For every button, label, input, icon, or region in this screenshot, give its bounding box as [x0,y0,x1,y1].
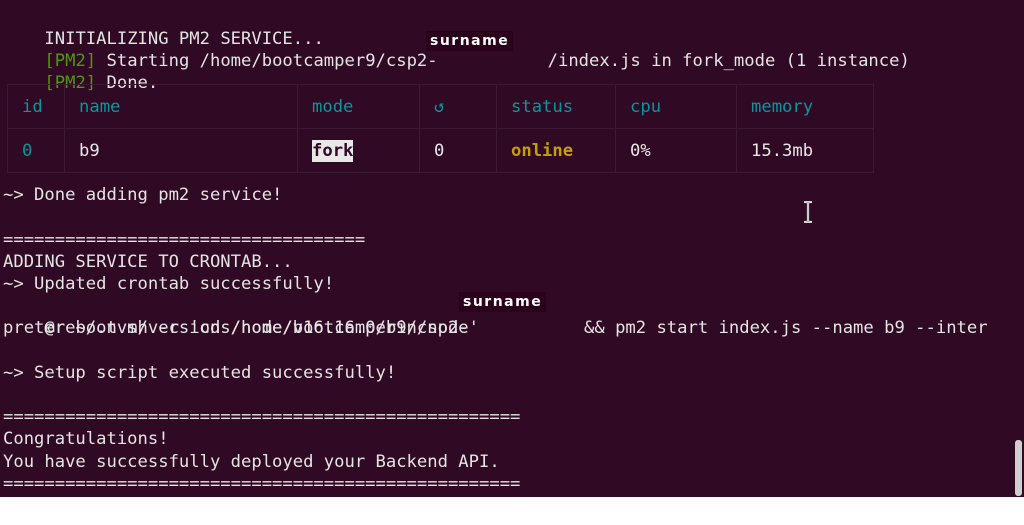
terminal-window[interactable]: INITIALIZING PM2 SERVICE... [PM2] Starti… [0,0,1024,497]
updated-crontab-line: ~> Updated crontab successfully! [3,274,335,294]
table-row: 0 b9 fork 0 online 0% 15.3mb [7,128,874,173]
init-line: INITIALIZING PM2 SERVICE... [3,6,323,49]
congrats-line: Congratulations! [3,429,169,449]
col-header-cpu: cpu [615,84,737,129]
cell-restarts: 0 [419,128,497,173]
cell-status: online [496,128,616,173]
cell-mode: fork [297,128,420,173]
reboot-wrap-line: preter ~/.nvm/versions/node/v16.16.0/bin… [3,318,479,338]
redaction-label-2: surname [459,292,547,312]
col-header-id: id [7,84,65,129]
mode-selection-highlight[interactable]: fork [312,139,354,162]
adding-service-line: ADDING SERVICE TO CRONTAB... [3,252,293,272]
text-ibeam-cursor-icon [804,201,812,223]
cell-memory: 15.3mb [736,128,874,173]
cell-name: b9 [64,128,298,173]
table-header-row: id name mode ↺ status cpu memory [7,84,874,129]
window-bottom-margin [0,497,1024,525]
col-header-mode: mode [297,84,420,129]
separator-long-2: ========================================… [3,474,521,494]
cell-cpu: 0% [615,128,737,173]
redaction-label: surname [426,31,514,51]
done-adding-line: ~> Done adding pm2 service! [3,185,283,205]
pm2-done-line: [PM2] Done. [3,50,158,93]
separator-long: ========================================… [3,407,521,427]
starting-path-suffix: /index.js in fork_mode (1 instance) [547,51,910,71]
col-header-status: status [496,84,616,129]
pm2-process-table: id name mode ↺ status cpu memory 0 b9 fo… [7,84,874,173]
deployed-line: You have successfully deployed your Back… [3,452,500,472]
reboot-suffix: && pm2 start index.js --name b9 --inter [573,318,988,338]
col-header-name: name [64,84,298,129]
restart-icon: ↺ [419,84,497,129]
setup-done-line: ~> Setup script executed successfully! [3,363,397,383]
separator-short: =================================== [3,230,366,250]
col-header-memory: memory [736,84,874,129]
vertical-scrollbar[interactable] [1015,440,1022,496]
cell-id: 0 [7,128,65,173]
